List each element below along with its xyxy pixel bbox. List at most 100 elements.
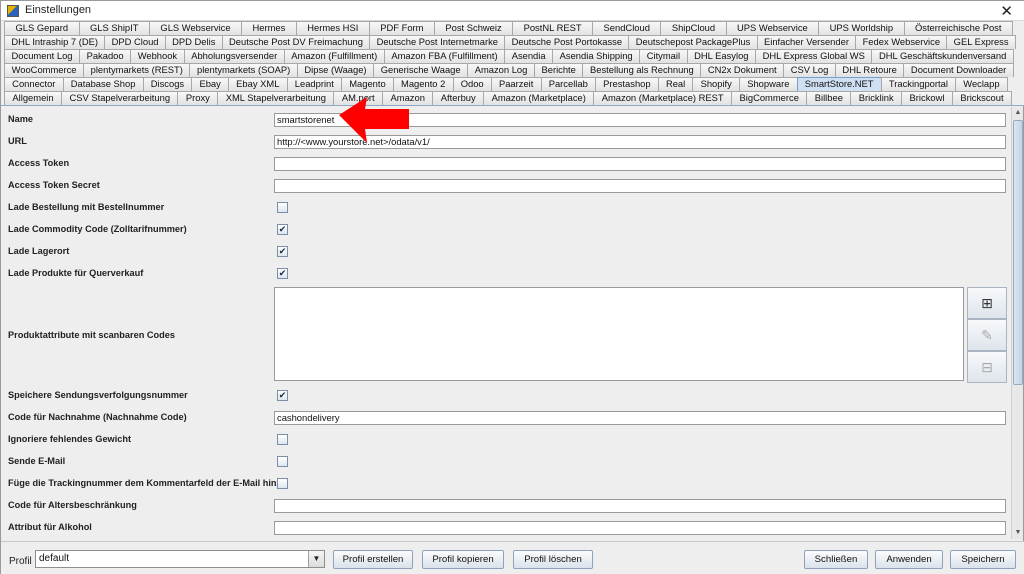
tab-discogs[interactable]: Discogs (142, 77, 193, 91)
edit-icon[interactable]: ✎ (967, 319, 1007, 351)
sende-email-checkbox[interactable] (277, 456, 288, 467)
tab-leadprint[interactable]: Leadprint (286, 77, 343, 91)
tab-amazon-fba-fulfillment[interactable]: Amazon FBA (Fulfillment) (383, 49, 506, 63)
tab-weclapp[interactable]: Weclapp (955, 77, 1008, 91)
tab-bigcommerce[interactable]: BigCommerce (731, 91, 808, 105)
tab-dpd-delis[interactable]: DPD Delis (164, 35, 223, 49)
tab-allgemein[interactable]: Allgemein (4, 91, 63, 105)
tab-pdf-form[interactable]: PDF Form (368, 21, 435, 35)
anwenden-button[interactable]: Anwenden (875, 550, 943, 569)
lade-lagerort-checkbox[interactable]: ✔ (277, 246, 288, 257)
lade-commodity-checkbox[interactable]: ✔ (277, 224, 288, 235)
tab-ebay-xml[interactable]: Ebay XML (228, 77, 288, 91)
tab-asendia[interactable]: Asendia (504, 49, 554, 63)
code-alters-field[interactable] (274, 499, 1006, 513)
tab-real[interactable]: Real (657, 77, 694, 91)
lade-produkte-checkbox[interactable]: ✔ (277, 268, 288, 279)
vertical-scrollbar[interactable]: ▲ ▼ (1011, 107, 1023, 539)
access-token-secret-field[interactable] (274, 179, 1006, 193)
tab-document-log[interactable]: Document Log (4, 49, 81, 63)
tab-dhl-retoure[interactable]: DHL Retoure (834, 63, 905, 77)
tab-proxy[interactable]: Proxy (177, 91, 219, 105)
tab-xml-stapelverarbeitung[interactable]: XML Stapelverarbeitung (217, 91, 335, 105)
tab-deutschepost-packageplus[interactable]: Deutschepost PackagePlus (628, 35, 758, 49)
ignoriere-gewicht-checkbox[interactable] (277, 434, 288, 445)
tab-dpd-cloud[interactable]: DPD Cloud (104, 35, 166, 49)
tab-dhl-geschäftskundenversand[interactable]: DHL Geschäftskundenversand (871, 49, 1014, 63)
tab-database-shop[interactable]: Database Shop (62, 77, 144, 91)
tab-dhl-easylog[interactable]: DHL Easylog (686, 49, 757, 63)
tab-odoo[interactable]: Odoo (452, 77, 492, 91)
tab-ebay[interactable]: Ebay (191, 77, 229, 91)
tab-document-downloader[interactable]: Document Downloader (903, 63, 1014, 77)
tab-prestashop[interactable]: Prestashop (594, 77, 659, 91)
tab-amazon-marketplace[interactable]: Amazon (Marketplace) (483, 91, 595, 105)
speichern-button[interactable]: Speichern (950, 550, 1016, 569)
schliessen-button[interactable]: Schließen (804, 550, 868, 569)
tab-trackingportal[interactable]: Trackingportal (880, 77, 957, 91)
tab-einfacher-versender[interactable]: Einfacher Versender (756, 35, 857, 49)
tab-gls-webservice[interactable]: GLS Webservice (148, 21, 243, 35)
tab-gls-gepard[interactable]: GLS Gepard (4, 21, 80, 35)
tab-webhook[interactable]: Webhook (130, 49, 185, 63)
tab-amazon-marketplace-rest[interactable]: Amazon (Marketplace) REST (593, 91, 733, 105)
tab-shipcloud[interactable]: ShipCloud (660, 21, 727, 35)
tab-gls-shipit[interactable]: GLS ShipIT (78, 21, 150, 35)
fuege-tracking-checkbox[interactable] (277, 478, 288, 489)
tab-deutsche-post-dv-freimachung[interactable]: Deutsche Post DV Freimachung (221, 35, 371, 49)
tab-paarzeit[interactable]: Paarzeit (490, 77, 542, 91)
tab-magento[interactable]: Magento (341, 77, 394, 91)
tab-gel-express[interactable]: GEL Express (946, 35, 1016, 49)
tab-brickscout[interactable]: Brickscout (951, 91, 1012, 105)
scroll-up-icon[interactable]: ▲ (1012, 107, 1024, 119)
tab-ups-webservice[interactable]: UPS Webservice (725, 21, 820, 35)
tab-fedex-webservice[interactable]: Fedex Webservice (855, 35, 948, 49)
code-nachnahme-field[interactable]: cashondelivery (274, 411, 1006, 425)
tab-postnl-rest[interactable]: PostNL REST (512, 21, 594, 35)
tab-amazon-log[interactable]: Amazon Log (467, 63, 535, 77)
tab-shopware[interactable]: Shopware (739, 77, 798, 91)
speichere-sendung-checkbox[interactable]: ✔ (277, 390, 288, 401)
attribut-alkohol-field[interactable] (274, 521, 1006, 535)
profil-loeschen-button[interactable]: Profil löschen (513, 550, 593, 569)
tab-dipse-waage[interactable]: Dipse (Waage) (296, 63, 375, 77)
tab-cn2x-dokument[interactable]: CN2x Dokument (700, 63, 785, 77)
tab-shopify[interactable]: Shopify (692, 77, 741, 91)
remove-icon[interactable]: ⊟ (967, 351, 1007, 383)
tab-plentymarkets-rest[interactable]: plentymarkets (REST) (83, 63, 191, 77)
tab-plentymarkets-soap[interactable]: plentymarkets (SOAP) (189, 63, 298, 77)
tab-parcellab[interactable]: Parcellab (540, 77, 596, 91)
tab-abholungsversender[interactable]: Abholungsversender (183, 49, 285, 63)
scroll-thumb[interactable] (1013, 120, 1023, 385)
tab-generische-waage[interactable]: Generische Waage (373, 63, 469, 77)
tab-bricklink[interactable]: Bricklink (850, 91, 903, 105)
chevron-down-icon[interactable]: ▼ (308, 551, 324, 567)
profil-kopieren-button[interactable]: Profil kopieren (422, 550, 504, 569)
tab-billbee[interactable]: Billbee (806, 91, 852, 105)
tab-dhl-intraship-7-de[interactable]: DHL Intraship 7 (DE) (4, 35, 106, 49)
access-token-field[interactable] (274, 157, 1006, 171)
tab-bestellung-als-rechnung[interactable]: Bestellung als Rechnung (582, 63, 702, 77)
tab-afterbuy[interactable]: Afterbuy (432, 91, 485, 105)
tab-connector[interactable]: Connector (4, 77, 64, 91)
tab-hermes-hsi[interactable]: Hermes HSI (295, 21, 370, 35)
profil-select[interactable]: default ▼ (35, 550, 325, 568)
tab-brickowl[interactable]: Brickowl (901, 91, 953, 105)
lade-bestellung-checkbox[interactable] (277, 202, 288, 213)
scroll-down-icon[interactable]: ▼ (1012, 527, 1024, 539)
tab-hermes[interactable]: Hermes (241, 21, 297, 35)
tab-berichte[interactable]: Berichte (533, 63, 584, 77)
tab-ups-worldship[interactable]: UPS Worldship (818, 21, 905, 35)
tab-citymail[interactable]: Citymail (639, 49, 688, 63)
tab-österreichische-post[interactable]: Österreichische Post (903, 21, 1013, 35)
tab-amazon-fulfillment[interactable]: Amazon (Fulfillment) (283, 49, 385, 63)
tab-asendia-shipping[interactable]: Asendia Shipping (552, 49, 641, 63)
tab-csv-stapelverarbeitung[interactable]: CSV Stapelverarbeitung (61, 91, 179, 105)
close-icon[interactable]: ✕ (1000, 2, 1013, 20)
tab-deutsche-post-portokasse[interactable]: Deutsche Post Portokasse (504, 35, 630, 49)
add-icon[interactable]: ⊞ (967, 287, 1007, 319)
tab-dhl-express-global-ws[interactable]: DHL Express Global WS (755, 49, 873, 63)
tab-woocommerce[interactable]: WooCommerce (4, 63, 85, 77)
produktattribute-list[interactable] (274, 287, 964, 381)
tab-magento-2[interactable]: Magento 2 (392, 77, 454, 91)
